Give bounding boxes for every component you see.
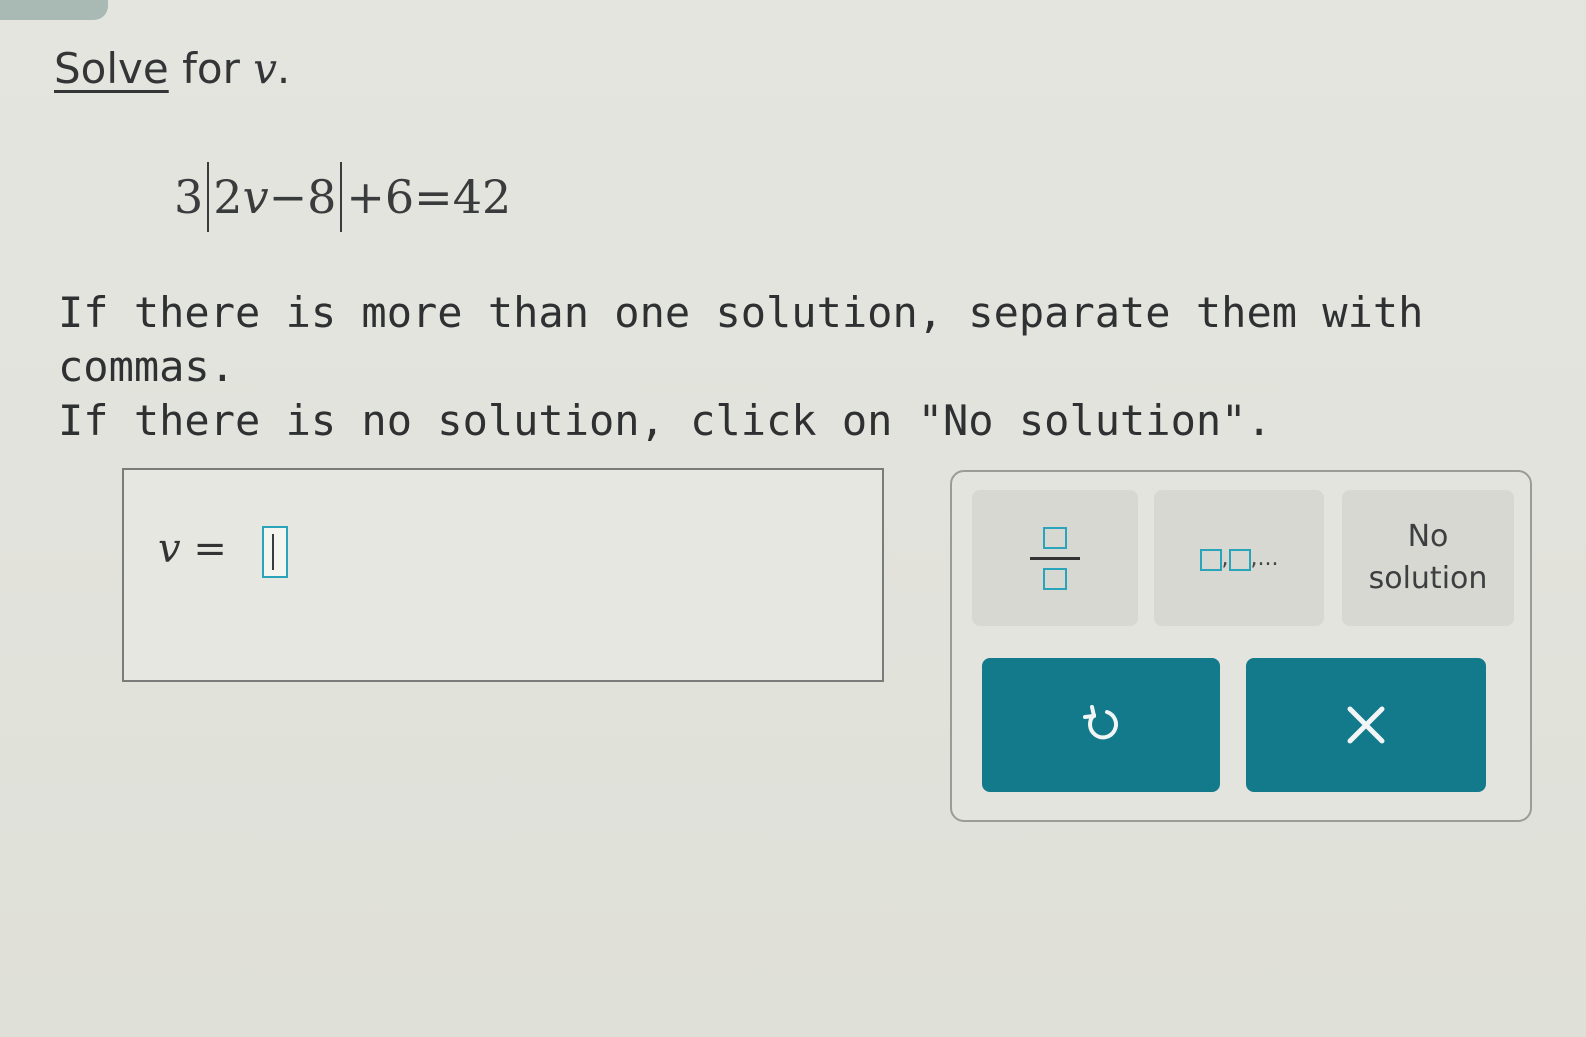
equation-inner-variable: v	[242, 170, 269, 224]
answer-equals: =	[180, 526, 227, 572]
clear-icon	[1347, 706, 1385, 744]
fraction-denominator-box	[1043, 567, 1067, 590]
instruction-line-2: If there is no solution, click on "No so…	[58, 396, 1272, 445]
clear-button[interactable]	[1246, 658, 1486, 792]
prompt-period: .	[276, 44, 291, 93]
equation-inner-rest: −8	[268, 170, 337, 224]
instructions: If there is more than one solution, sepa…	[58, 286, 1586, 448]
solve-link[interactable]: Solve	[54, 44, 169, 93]
answer-input[interactable]	[262, 526, 288, 578]
equation-inner-number: 2	[213, 170, 243, 224]
top-tab	[0, 0, 108, 20]
list-box-2	[1228, 548, 1251, 571]
answer-label: v =	[158, 526, 227, 572]
list-box-1	[1199, 548, 1222, 571]
fraction-numerator-box	[1043, 526, 1067, 549]
list-suffix: ,...	[1250, 545, 1279, 571]
answer-box: v =	[122, 468, 884, 682]
list-button[interactable]: ,,...	[1154, 490, 1324, 626]
list-comma: ,	[1221, 545, 1229, 571]
keypad: ,,... No solution	[950, 470, 1532, 822]
no-solution-line-1: No	[1407, 519, 1449, 554]
no-solution-button[interactable]: No solution	[1342, 490, 1514, 626]
prompt: Solve for v.	[54, 44, 290, 93]
equation-tail: +6=42	[346, 170, 512, 224]
fraction-bar	[1030, 556, 1080, 560]
no-solution-line-2: solution	[1368, 561, 1488, 596]
abs-bar-right	[340, 162, 343, 232]
undo-icon	[1083, 705, 1118, 740]
prompt-text: for	[168, 44, 254, 93]
prompt-variable: v	[253, 44, 277, 93]
undo-button[interactable]	[982, 658, 1220, 792]
fraction-icon	[1030, 526, 1080, 590]
abs-bar-left	[207, 162, 210, 232]
equation: 3 2 v −8 +6=42	[174, 162, 511, 232]
instruction-line-1: If there is more than one solution, sepa…	[58, 288, 1424, 391]
list-icon: ,,...	[1199, 545, 1279, 571]
fraction-button[interactable]	[972, 490, 1138, 626]
answer-variable: v	[158, 526, 181, 572]
equation-coefficient: 3	[174, 170, 204, 224]
